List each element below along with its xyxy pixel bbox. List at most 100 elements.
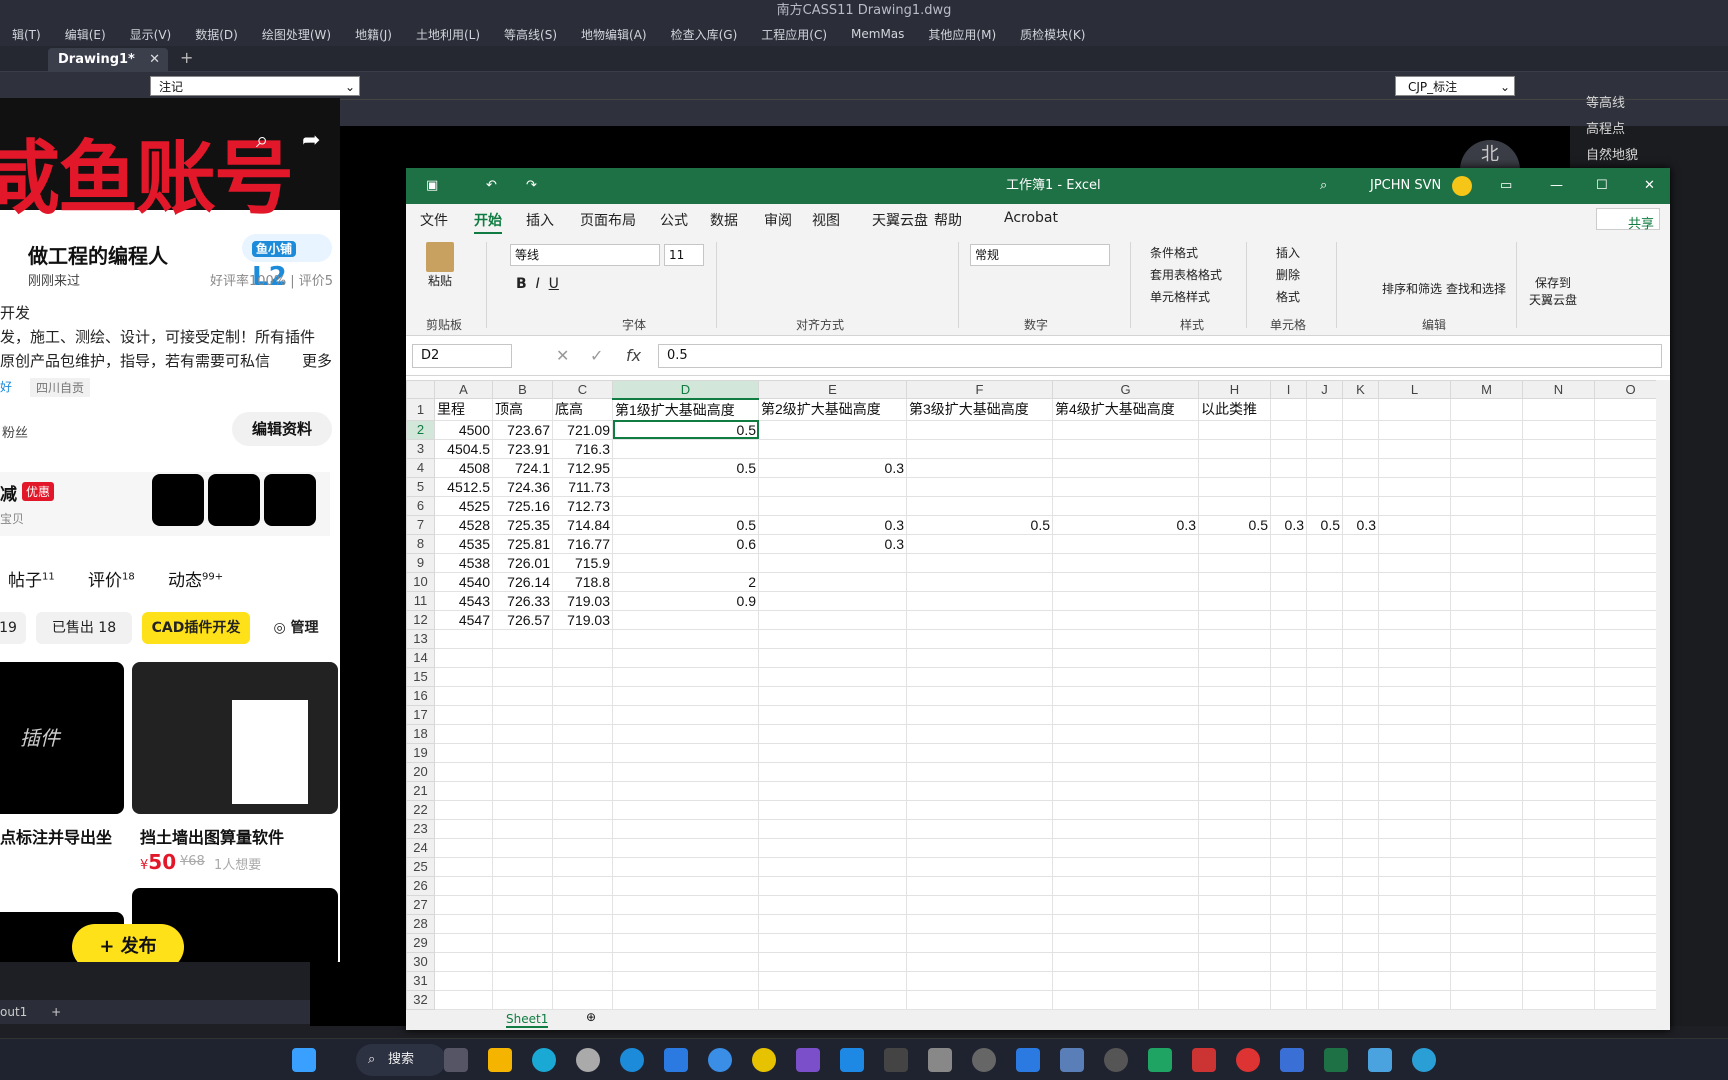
cell[interactable] [906, 476, 1053, 497]
cell[interactable]: 里程 [434, 398, 493, 421]
cell[interactable] [1450, 894, 1523, 915]
cell[interactable] [612, 685, 759, 706]
cell[interactable] [612, 780, 759, 801]
cell[interactable]: 第1级扩大基础高度 [612, 398, 759, 421]
cell[interactable] [1306, 590, 1343, 611]
cell[interactable]: 0.3 [1270, 514, 1307, 535]
cad-menu-item[interactable]: 土地利用(L) [404, 26, 492, 43]
notepad-icon[interactable] [1368, 1048, 1392, 1072]
cell[interactable] [1052, 476, 1199, 497]
cell[interactable] [1378, 818, 1451, 839]
chip-count[interactable]: 19 [0, 612, 26, 644]
cell[interactable] [906, 780, 1053, 801]
cell[interactable] [906, 951, 1053, 972]
layer-combo[interactable]: 注记 ⌄ [150, 76, 360, 96]
cell[interactable] [1306, 932, 1343, 953]
app-icon[interactable] [576, 1048, 600, 1072]
cell[interactable] [1052, 989, 1199, 1010]
cell[interactable] [1306, 628, 1343, 649]
cell[interactable] [612, 875, 759, 896]
cell[interactable] [434, 780, 493, 801]
cell[interactable]: 725.16 [492, 495, 553, 516]
cell[interactable] [1270, 495, 1307, 516]
cell[interactable] [1450, 932, 1523, 953]
row-header[interactable]: 4 [406, 457, 435, 478]
row-header[interactable]: 32 [406, 989, 435, 1010]
app-icon[interactable] [708, 1048, 732, 1072]
row-header[interactable]: 24 [406, 837, 435, 858]
database-icon[interactable] [928, 1048, 952, 1072]
cell[interactable]: 4535 [434, 533, 493, 554]
cell[interactable] [434, 628, 493, 649]
cell[interactable] [1270, 685, 1307, 706]
cell[interactable] [1342, 533, 1379, 554]
cell[interactable] [552, 970, 613, 991]
cell[interactable] [552, 723, 613, 744]
cell[interactable] [1306, 818, 1343, 839]
cell[interactable] [1052, 571, 1199, 592]
cell[interactable] [758, 818, 907, 839]
cell[interactable] [1378, 571, 1451, 592]
cell[interactable] [758, 856, 907, 877]
cell[interactable] [552, 685, 613, 706]
cell[interactable] [1198, 628, 1271, 649]
save-icon[interactable]: ▣ [426, 168, 438, 204]
cell[interactable]: 0.5 [612, 457, 759, 478]
search-icon[interactable]: ⌕ [256, 128, 268, 153]
search-icon[interactable]: ⌕ [1320, 168, 1327, 204]
cell[interactable] [1052, 856, 1199, 877]
excel-icon[interactable] [1324, 1048, 1348, 1072]
cell[interactable] [758, 799, 907, 820]
cad-app-icon[interactable] [1412, 1048, 1436, 1072]
row-header[interactable]: 12 [406, 609, 435, 630]
format-cells-button[interactable]: 格式 [1276, 288, 1300, 305]
cell[interactable] [906, 457, 1053, 478]
cell[interactable] [1378, 894, 1451, 915]
cell[interactable] [1052, 552, 1199, 573]
cell[interactable]: 0.3 [758, 514, 907, 535]
row-header[interactable]: 14 [406, 647, 435, 668]
cell[interactable] [434, 856, 493, 877]
cell[interactable] [1342, 438, 1379, 459]
cell[interactable]: 0.3 [1052, 514, 1199, 535]
close-icon[interactable]: ✕ [149, 48, 160, 72]
row-header[interactable]: 23 [406, 818, 435, 839]
cell[interactable] [1522, 438, 1595, 459]
cell[interactable] [434, 951, 493, 972]
cell[interactable] [1198, 609, 1271, 630]
cell[interactable] [1270, 590, 1307, 611]
cell[interactable] [758, 875, 907, 896]
cell[interactable] [1450, 438, 1523, 459]
ribbon-tab[interactable]: 审阅 [764, 210, 792, 230]
cell[interactable] [1270, 780, 1307, 801]
cell[interactable] [1378, 685, 1451, 706]
cell[interactable] [1342, 761, 1379, 782]
row-header[interactable]: 28 [406, 913, 435, 934]
cell[interactable] [1378, 609, 1451, 630]
cell[interactable] [1306, 856, 1343, 877]
cell[interactable]: 0.5 [612, 514, 759, 535]
cell[interactable] [1342, 419, 1379, 440]
row-header[interactable]: 13 [406, 628, 435, 649]
cell[interactable] [1052, 894, 1199, 915]
cell[interactable] [1378, 398, 1451, 421]
cell[interactable] [1450, 571, 1523, 592]
symbol-category[interactable]: 自然地貌 [1586, 144, 1638, 163]
cell[interactable] [1378, 837, 1451, 858]
cell[interactable]: 0.3 [1342, 514, 1379, 535]
app-icon[interactable] [1192, 1048, 1216, 1072]
cell[interactable] [1522, 951, 1595, 972]
cell[interactable] [1306, 476, 1343, 497]
cell[interactable] [1342, 495, 1379, 516]
cell[interactable] [612, 818, 759, 839]
taskbar-search[interactable]: ⌕ 搜索 [356, 1044, 446, 1076]
cell[interactable] [1052, 685, 1199, 706]
cell[interactable] [906, 856, 1053, 877]
cell[interactable] [906, 533, 1053, 554]
cad-menu-item[interactable]: 检查入库(G) [659, 26, 750, 43]
cell[interactable]: 718.8 [552, 571, 613, 592]
cell[interactable] [1450, 647, 1523, 668]
cell[interactable] [1052, 913, 1199, 934]
cell[interactable] [758, 989, 907, 1010]
cell[interactable]: 0.5 [1306, 514, 1343, 535]
